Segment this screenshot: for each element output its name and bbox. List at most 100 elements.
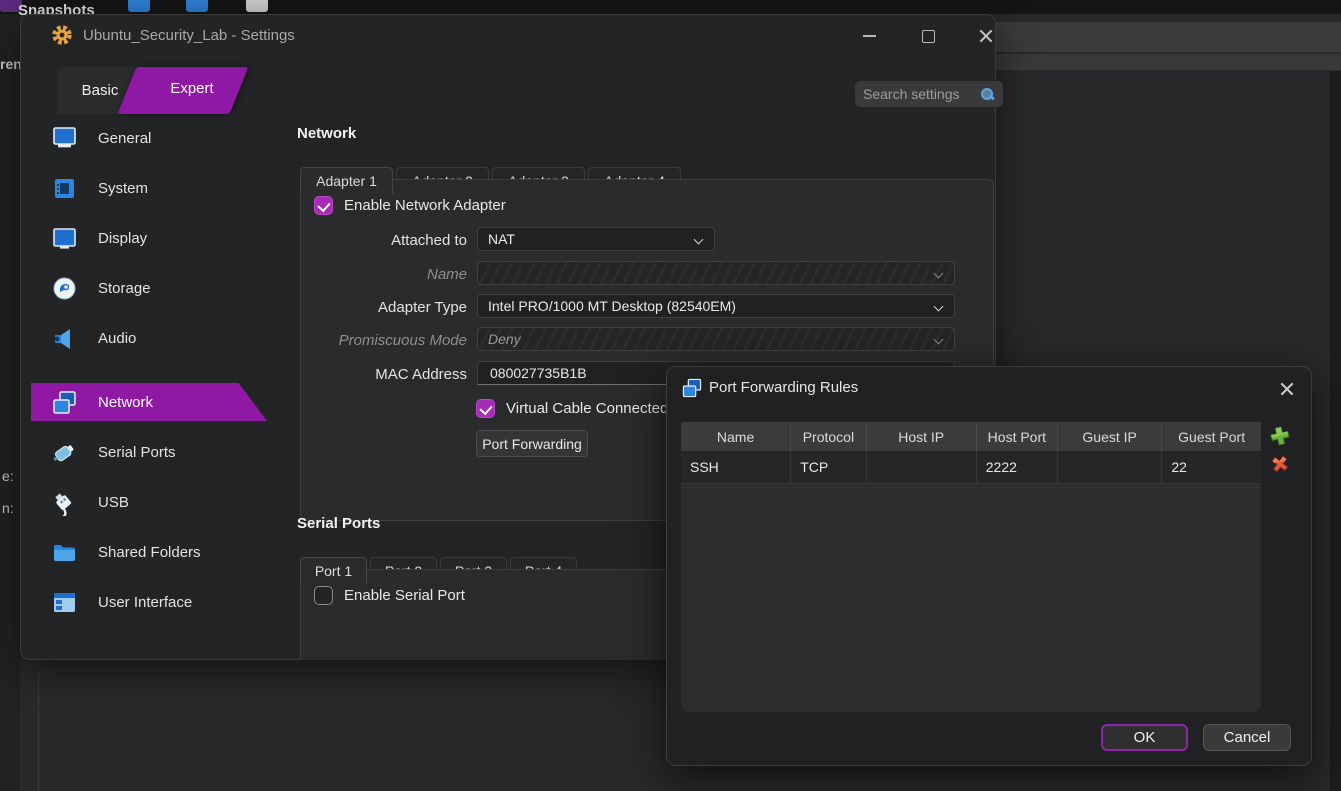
user-interface-icon [51, 589, 78, 616]
column-header[interactable]: Protocol [791, 422, 866, 451]
chevron-down-icon [934, 268, 944, 278]
search-icon [980, 87, 995, 102]
folder-icon [51, 539, 78, 566]
remove-rule-icon[interactable] [1269, 453, 1291, 475]
background-text-fragment: e: [2, 468, 14, 484]
tab-expert-label[interactable]: Expert [147, 80, 237, 97]
maximize-button[interactable] [917, 25, 939, 47]
search-settings-input[interactable] [863, 86, 980, 102]
empty-row-edge [681, 484, 1261, 488]
sidebar-item-label: Storage [98, 280, 151, 297]
sidebar-item-audio[interactable]: Audio [31, 319, 261, 357]
background-list-row [996, 22, 1341, 53]
table-header-row: Name Protocol Host IP Host Port Guest IP… [681, 422, 1261, 451]
background-divider [38, 672, 39, 791]
sidebar-item-label: Display [98, 230, 147, 247]
dialog-title: Port Forwarding Rules [709, 379, 858, 396]
search-settings-box[interactable] [855, 81, 1003, 107]
background-panel-edge [1330, 71, 1341, 791]
chevron-down-icon [934, 301, 944, 311]
enable-network-adapter-label: Enable Network Adapter [344, 197, 506, 214]
background-snapshots-tab[interactable]: Snapshots [18, 0, 108, 14]
sidebar-item-serial-ports[interactable]: Serial Ports [31, 433, 261, 471]
dialog-close-icon[interactable] [1277, 379, 1297, 399]
name-select-disabled [477, 261, 955, 285]
sidebar-item-general[interactable]: General [31, 119, 261, 157]
serial-ports-section-title: Serial Ports [297, 515, 380, 532]
sidebar-item-label: General [98, 130, 151, 147]
column-header[interactable]: Guest IP [1058, 422, 1162, 451]
attached-to-select[interactable]: NAT [477, 227, 715, 251]
background-toolbar-icon[interactable] [246, 0, 268, 12]
settings-titlebar[interactable]: Ubuntu_Security_Lab - Settings [21, 15, 995, 55]
enable-network-adapter-checkbox[interactable] [314, 196, 333, 215]
name-label: Name [297, 266, 467, 283]
display-icon [51, 225, 78, 252]
minimize-button[interactable] [859, 25, 881, 47]
sidebar-item-label: USB [98, 494, 129, 511]
storage-icon [51, 275, 78, 302]
enable-serial-port-row[interactable]: Enable Serial Port [314, 586, 465, 605]
attached-to-value: NAT [488, 231, 694, 247]
cancel-button[interactable]: Cancel [1203, 724, 1291, 751]
cell-host-port[interactable]: 2222 [977, 451, 1058, 483]
adapter-type-select[interactable]: Intel PRO/1000 MT Desktop (82540EM) [477, 294, 955, 318]
cable-connected-checkbox[interactable] [476, 399, 495, 418]
window-title: Ubuntu_Security_Lab - Settings [83, 27, 295, 44]
table-row[interactable]: SSH TCP 2222 22 [681, 451, 1261, 484]
sidebar-item-system[interactable]: System [31, 169, 261, 207]
tab-label: Port 1 [315, 563, 352, 579]
column-header[interactable]: Host IP [867, 422, 977, 451]
serial-port-icon [51, 439, 78, 466]
promiscuous-mode-value: Deny [488, 331, 934, 347]
background-left-panel [0, 14, 20, 791]
cell-guest-ip[interactable] [1058, 451, 1162, 483]
sidebar-item-user-interface[interactable]: User Interface [31, 583, 261, 621]
cell-name[interactable]: SSH [681, 451, 791, 483]
add-rule-icon[interactable] [1269, 425, 1291, 447]
background-text-fragment: ren [0, 56, 22, 72]
column-header[interactable]: Name [681, 422, 791, 451]
tab-label: Adapter 1 [316, 173, 377, 189]
adapter-type-value: Intel PRO/1000 MT Desktop (82540EM) [488, 298, 934, 314]
port-forwarding-dialog: Port Forwarding Rules Name Protocol Host… [666, 366, 1312, 766]
tab-adapter-1[interactable]: Adapter 1 [300, 167, 393, 194]
column-header[interactable]: Host Port [977, 422, 1058, 451]
screen: Snapshots ren e: n: Ubuntu_Security_Lab … [0, 0, 1341, 791]
sidebar-item-label: Shared Folders [98, 544, 201, 561]
close-button[interactable] [975, 25, 997, 47]
column-header[interactable]: Guest Port [1162, 422, 1261, 451]
sidebar-item-display[interactable]: Display [31, 219, 261, 257]
chevron-down-icon [934, 334, 944, 344]
network-icon [51, 389, 78, 416]
dialog-network-icon [681, 377, 703, 399]
sidebar-item-label: Serial Ports [98, 444, 176, 461]
background-toolbar-icon[interactable] [186, 0, 208, 12]
network-section-title: Network [297, 125, 356, 142]
tab-port-1[interactable]: Port 1 [300, 557, 367, 584]
audio-icon [51, 325, 78, 352]
port-forwarding-button[interactable]: Port Forwarding [476, 430, 588, 457]
background-toolbar-icon[interactable] [128, 0, 150, 12]
enable-network-adapter-row[interactable]: Enable Network Adapter [314, 196, 506, 215]
ok-button[interactable]: OK [1101, 724, 1188, 751]
cell-host-ip[interactable] [867, 451, 977, 483]
system-icon [51, 175, 78, 202]
chevron-down-icon [694, 234, 704, 244]
sidebar-item-label: System [98, 180, 148, 197]
background-text-fragment: n: [2, 500, 14, 516]
sidebar-item-storage[interactable]: Storage [31, 269, 261, 307]
cell-protocol[interactable]: TCP [791, 451, 866, 483]
sidebar-item-usb[interactable]: USB [31, 483, 261, 521]
general-icon [51, 125, 78, 152]
cell-guest-port[interactable]: 22 [1162, 451, 1261, 483]
sidebar-item-shared-folders[interactable]: Shared Folders [31, 533, 261, 571]
adapter-type-label: Adapter Type [297, 299, 467, 316]
cable-connected-row[interactable]: Virtual Cable Connected [476, 399, 668, 418]
background-list-row [996, 54, 1341, 71]
sidebar-item-network[interactable]: Network [31, 383, 267, 421]
enable-serial-port-label: Enable Serial Port [344, 587, 465, 604]
port-forwarding-table[interactable]: Name Protocol Host IP Host Port Guest IP… [681, 422, 1261, 712]
mac-address-value: 080027735B1B [490, 365, 587, 381]
enable-serial-port-checkbox[interactable] [314, 586, 333, 605]
